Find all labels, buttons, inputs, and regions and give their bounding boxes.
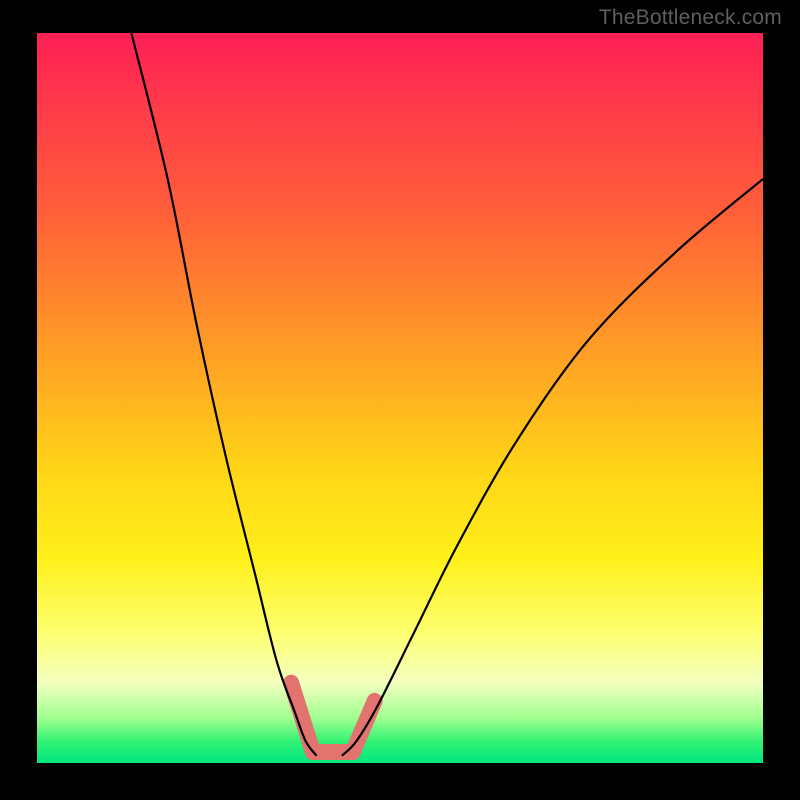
- curve-right-branch: [342, 179, 763, 756]
- valley-marker: [291, 683, 374, 752]
- chart-frame: TheBottleneck.com: [0, 0, 800, 800]
- curve-layer: [37, 33, 763, 763]
- curve-left-branch: [131, 33, 316, 756]
- watermark-text: TheBottleneck.com: [599, 6, 782, 30]
- plot-area: [37, 33, 763, 763]
